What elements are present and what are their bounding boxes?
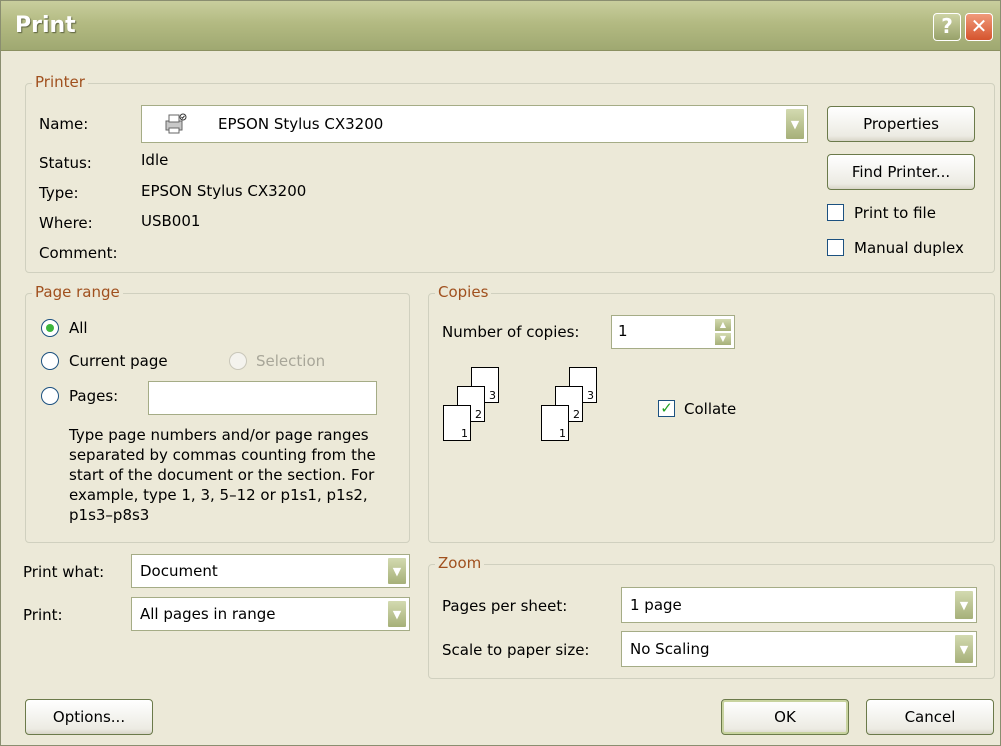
printer-name-label: Name:: [39, 115, 89, 133]
copies-spinner[interactable]: ▲ ▼: [714, 318, 732, 346]
number-of-copies-label: Number of copies:: [442, 323, 580, 341]
number-of-copies-stepper[interactable]: 1 ▲ ▼: [611, 315, 735, 349]
print-dialog: Print ? ✕ Printer Name: EPSON Stylus CX3…: [0, 0, 1001, 746]
page-number-3: 3: [489, 389, 496, 402]
status-label: Status:: [39, 154, 92, 172]
chevron-down-icon[interactable]: ▼: [954, 590, 974, 620]
print-to-file-label[interactable]: Print to file: [854, 204, 936, 222]
dialog-title: Print: [15, 13, 76, 38]
where-label: Where:: [39, 214, 93, 232]
chevron-down-icon[interactable]: ▼: [785, 108, 805, 140]
pages-input[interactable]: [148, 381, 377, 415]
print-select[interactable]: All pages in range ▼: [131, 597, 410, 631]
page-number-1: 1: [461, 427, 468, 440]
comment-label: Comment:: [39, 244, 118, 262]
printer-icon: [162, 112, 188, 136]
page-number-2: 2: [475, 408, 482, 421]
options-button[interactable]: Options...: [25, 699, 153, 735]
all-radio-label[interactable]: All: [69, 319, 88, 337]
pages-per-sheet-select[interactable]: 1 page ▼: [621, 587, 977, 623]
print-label: Print:: [23, 606, 63, 624]
chevron-down-icon[interactable]: ▼: [387, 600, 407, 628]
print-to-file-checkbox[interactable]: [827, 204, 844, 221]
scale-to-paper-size-label: Scale to paper size:: [442, 641, 590, 659]
page-range-help-text: Type page numbers and/or page ranges sep…: [69, 426, 376, 524]
ok-button[interactable]: OK: [721, 699, 849, 735]
manual-duplex-label[interactable]: Manual duplex: [854, 239, 964, 257]
print-value: All pages in range: [140, 605, 276, 623]
printer-group-label: Printer: [32, 73, 88, 91]
copies-group-label: Copies: [435, 283, 492, 301]
type-label: Type:: [39, 184, 79, 202]
print-what-value: Document: [140, 562, 218, 580]
pages-per-sheet-value: 1 page: [630, 596, 682, 614]
type-value: EPSON Stylus CX3200: [141, 182, 307, 200]
help-button[interactable]: ?: [933, 13, 961, 41]
page-range-group-label: Page range: [32, 283, 123, 301]
cancel-button[interactable]: Cancel: [866, 699, 994, 735]
pages-radio[interactable]: [41, 387, 59, 405]
page-number-2: 2: [573, 408, 580, 421]
pages-radio-label[interactable]: Pages:: [69, 387, 118, 405]
all-radio[interactable]: [41, 319, 59, 337]
print-what-select[interactable]: Document ▼: [131, 554, 410, 588]
chevron-down-icon[interactable]: ▼: [954, 634, 974, 664]
collate-label[interactable]: Collate: [684, 400, 736, 418]
where-value: USB001: [141, 212, 201, 230]
scale-to-paper-size-value: No Scaling: [630, 640, 710, 658]
selection-radio-label[interactable]: Selection: [256, 352, 325, 370]
page-number-3: 3: [587, 389, 594, 402]
selection-radio[interactable]: [229, 352, 247, 370]
close-button[interactable]: ✕: [965, 13, 993, 41]
scale-to-paper-size-select[interactable]: No Scaling ▼: [621, 631, 977, 667]
manual-duplex-checkbox[interactable]: [827, 239, 844, 256]
spin-down-icon[interactable]: ▼: [714, 332, 732, 346]
page-number-1: 1: [559, 427, 566, 440]
title-bar[interactable]: Print ? ✕: [1, 1, 1000, 51]
current-page-radio[interactable]: [41, 352, 59, 370]
collate-checkbox[interactable]: ✓: [658, 400, 675, 417]
current-page-radio-label[interactable]: Current page: [69, 352, 168, 370]
spin-up-icon[interactable]: ▲: [714, 318, 732, 332]
pages-per-sheet-label: Pages per sheet:: [442, 597, 568, 615]
print-what-label: Print what:: [23, 563, 105, 581]
zoom-group-label: Zoom: [435, 554, 485, 572]
chevron-down-icon[interactable]: ▼: [387, 557, 407, 585]
printer-name-select[interactable]: EPSON Stylus CX3200 ▼: [141, 105, 808, 143]
number-of-copies-value: 1: [618, 322, 628, 340]
printer-name-value: EPSON Stylus CX3200: [218, 115, 384, 133]
status-value: Idle: [141, 151, 169, 169]
properties-button[interactable]: Properties: [827, 106, 975, 142]
find-printer-button[interactable]: Find Printer...: [827, 154, 975, 190]
